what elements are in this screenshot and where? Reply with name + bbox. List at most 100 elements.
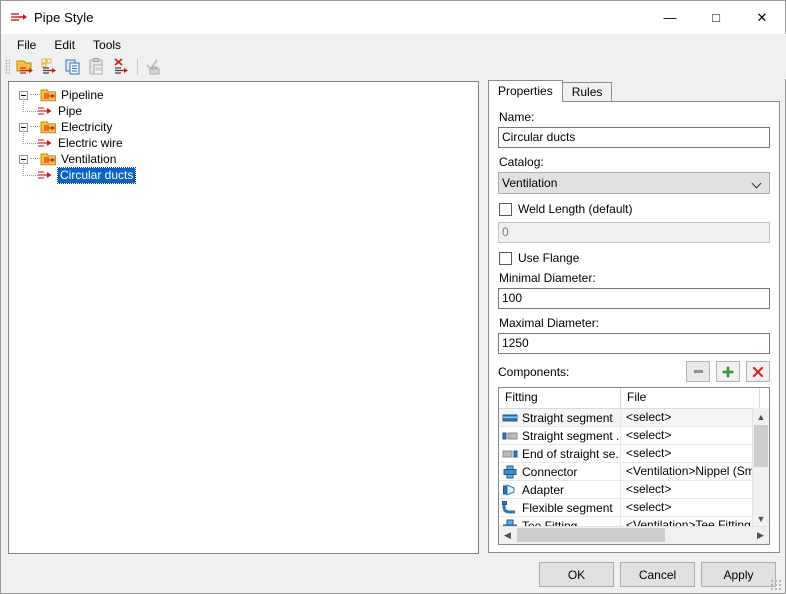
connector-icon xyxy=(502,465,519,479)
tab-properties[interactable]: Properties xyxy=(488,80,563,102)
copy-icon[interactable] xyxy=(62,56,84,78)
title-bar: Pipe Style — □ ✕ xyxy=(1,1,785,34)
properties-panel: Properties Rules Name: Circular ducts Ca… xyxy=(488,80,780,554)
style-tree-panel[interactable]: Pipeline Pipe Electricity Electric wire … xyxy=(8,81,479,554)
components-label: Components: xyxy=(498,365,570,379)
menu-tools[interactable]: Tools xyxy=(84,35,130,55)
fitting-name: Straight segment xyxy=(522,410,613,425)
cell-fitting: Connector xyxy=(499,463,621,480)
minimize-button[interactable]: — xyxy=(647,1,693,34)
close-button[interactable]: ✕ xyxy=(739,1,785,34)
cell-fitting: Straight segment ... xyxy=(499,427,621,444)
column-header-fitting[interactable]: Fitting xyxy=(499,388,621,408)
pipe-icon xyxy=(37,105,55,118)
tree-node-label-selected: Circular ducts xyxy=(56,166,137,184)
scroll-up-icon[interactable]: ▲ xyxy=(753,408,769,425)
tab-rules[interactable]: Rules xyxy=(561,82,613,102)
toolbar-grip[interactable] xyxy=(5,59,10,75)
fitting-name: End of straight se... xyxy=(522,446,621,461)
x-icon xyxy=(752,366,764,377)
tree-node-ventilation[interactable]: Ventilation xyxy=(13,151,478,167)
menu-file[interactable]: File xyxy=(8,35,45,55)
components-list[interactable]: Fitting File Straight segment <select> S… xyxy=(498,387,770,545)
column-header-file[interactable]: File xyxy=(621,388,760,408)
resize-grip[interactable] xyxy=(770,579,782,591)
delete-pipe-icon[interactable] xyxy=(110,56,132,78)
name-label: Name: xyxy=(499,110,535,124)
tree-node-label: Pipeline xyxy=(61,87,104,102)
tree-connector xyxy=(30,158,40,160)
table-row[interactable]: Straight segment ... <select> xyxy=(499,427,769,445)
cell-file[interactable]: <Ventilation>Nippel (Smart). xyxy=(621,463,760,480)
table-row[interactable]: Connector <Ventilation>Nippel (Smart). xyxy=(499,463,769,481)
use-flange-label: Use Flange xyxy=(518,251,580,265)
tree-node-electricity[interactable]: Electricity xyxy=(13,119,478,135)
cell-file[interactable]: <select> xyxy=(621,409,760,426)
remove-component-button[interactable] xyxy=(686,361,710,382)
scroll-down-icon[interactable]: ▼ xyxy=(753,510,769,527)
delete-component-button[interactable] xyxy=(746,361,770,382)
weld-length-input[interactable]: 0 xyxy=(498,222,770,243)
properties-tab-body: Name: Circular ducts Catalog: Ventilatio… xyxy=(488,101,780,553)
scroll-left-icon[interactable]: ◀ xyxy=(499,528,516,544)
dialog-button-row: OK Cancel Apply xyxy=(1,562,785,588)
list-vertical-scrollbar[interactable]: ▲ ▼ xyxy=(752,408,769,527)
components-header: Components: xyxy=(498,361,770,383)
new-style-icon[interactable] xyxy=(14,56,36,78)
tree-connector xyxy=(30,126,40,128)
weld-length-checkbox[interactable] xyxy=(499,202,512,216)
ok-button[interactable]: OK xyxy=(539,562,614,587)
tree-node-pipeline[interactable]: Pipeline xyxy=(13,87,478,103)
tree-node-pipe[interactable]: Pipe xyxy=(13,97,478,119)
check-apply-icon[interactable] xyxy=(143,56,165,78)
cell-file[interactable]: <select> xyxy=(621,445,760,462)
new-pipe-icon[interactable] xyxy=(38,56,60,78)
cancel-button[interactable]: Cancel xyxy=(620,562,695,587)
style-tree: Pipeline Pipe Electricity Electric wire … xyxy=(9,82,478,184)
tree-connector xyxy=(23,97,38,112)
cell-file[interactable]: <select> xyxy=(621,499,760,516)
name-input[interactable]: Circular ducts xyxy=(498,127,770,148)
tree-node-circular-ducts[interactable]: Circular ducts xyxy=(13,161,478,184)
fitting-name: Straight segment ... xyxy=(522,428,621,443)
menu-bar: File Edit Tools xyxy=(2,34,786,55)
cell-file[interactable]: <select> xyxy=(621,427,760,444)
pipe-style-icon xyxy=(10,10,28,26)
catalog-value: Ventilation xyxy=(502,176,558,190)
table-row[interactable]: Adapter <select> xyxy=(499,481,769,499)
maximize-button[interactable]: □ xyxy=(693,1,739,34)
tree-node-electric-wire[interactable]: Electric wire xyxy=(13,129,478,151)
tree-node-label: Electric wire xyxy=(58,135,123,150)
tree-connector xyxy=(30,94,40,96)
table-row[interactable]: Flexible segment <select> xyxy=(499,499,769,517)
fitting-name: Adapter xyxy=(522,482,565,497)
list-horizontal-scrollbar[interactable]: ◀ ▶ xyxy=(499,526,769,544)
scroll-right-icon[interactable]: ▶ xyxy=(752,528,769,544)
table-row[interactable]: Straight segment <select> xyxy=(499,409,769,427)
add-component-button[interactable] xyxy=(716,361,740,382)
table-row[interactable]: End of straight se... <select> xyxy=(499,445,769,463)
weld-length-checkbox-row[interactable]: Weld Length (default) xyxy=(499,201,770,217)
toolbar-separator xyxy=(137,59,138,75)
apply-button[interactable]: Apply xyxy=(701,562,776,587)
minimal-diameter-input[interactable]: 100 xyxy=(498,288,770,309)
maximal-diameter-input[interactable]: 1250 xyxy=(498,333,770,354)
minimal-diameter-label: Minimal Diameter: xyxy=(499,271,596,285)
catalog-select[interactable]: Ventilation xyxy=(498,172,770,194)
tree-node-label: Electricity xyxy=(61,119,113,134)
adapter-icon xyxy=(502,483,519,497)
menu-edit[interactable]: Edit xyxy=(45,35,84,55)
cell-fitting: Adapter xyxy=(499,481,621,498)
scrollbar-thumb-horizontal[interactable] xyxy=(517,528,665,542)
components-toolbar xyxy=(686,361,770,382)
use-flange-checkbox[interactable] xyxy=(499,251,512,265)
paste-icon[interactable] xyxy=(86,56,108,78)
use-flange-checkbox-row[interactable]: Use Flange xyxy=(499,250,770,266)
straight-segment-icon xyxy=(502,411,519,425)
chevron-down-icon xyxy=(751,177,763,189)
fitting-name: Flexible segment xyxy=(522,500,613,515)
fitting-name: Connector xyxy=(522,464,578,479)
scrollbar-thumb[interactable] xyxy=(754,425,768,467)
weld-length-label: Weld Length (default) xyxy=(518,202,633,216)
cell-file[interactable]: <select> xyxy=(621,481,760,498)
